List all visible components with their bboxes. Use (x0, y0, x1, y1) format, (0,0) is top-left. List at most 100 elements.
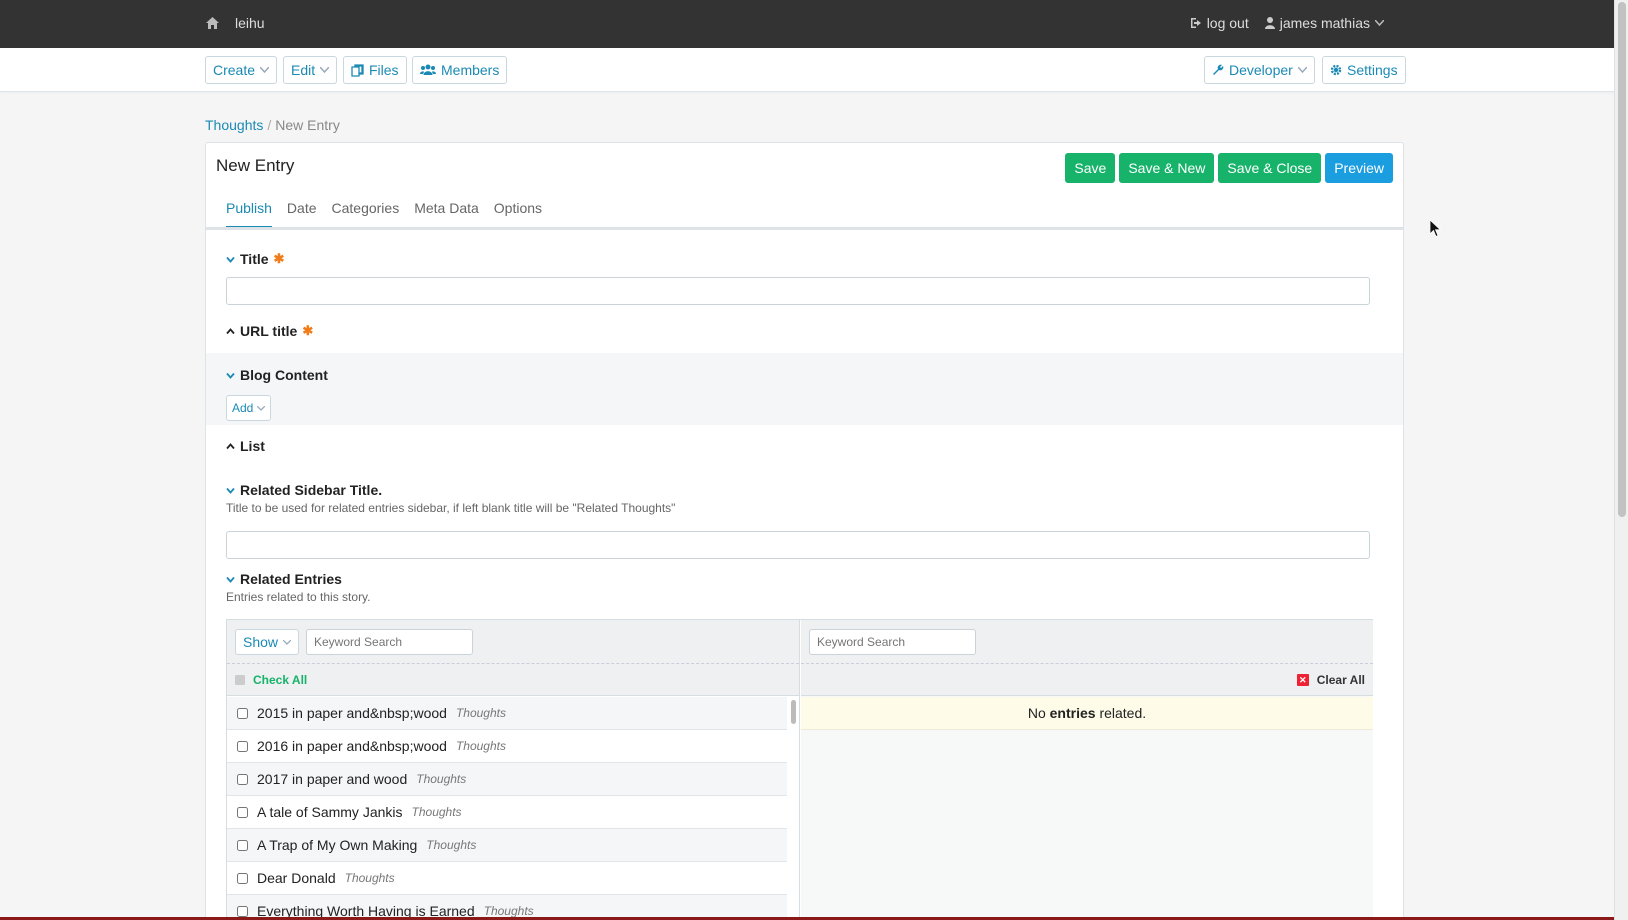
show-filter-button[interactable]: Show (235, 629, 300, 655)
list-field-label[interactable]: List (226, 438, 265, 454)
entry-checkbox[interactable] (237, 872, 248, 884)
entry-channel: Thoughts (455, 706, 506, 720)
chevron-down-icon (226, 256, 235, 263)
edit-button[interactable]: Edit (283, 56, 338, 84)
title-label-text: Title (240, 251, 269, 267)
developer-button[interactable]: Developer (1204, 56, 1315, 84)
preview-button[interactable]: Preview (1325, 153, 1393, 183)
entry-checkbox[interactable] (237, 839, 248, 851)
chevron-down-icon (1375, 20, 1384, 26)
no-entries-message: No entries related. (801, 697, 1373, 730)
entry-checkbox[interactable] (237, 740, 248, 752)
entry-channel: Thoughts (426, 838, 477, 852)
files-button[interactable]: Files (343, 56, 407, 84)
settings-label: Settings (1347, 62, 1398, 78)
entry-checkbox[interactable] (237, 806, 248, 818)
site-name[interactable]: leihu (235, 15, 265, 31)
mouse-cursor-icon (1430, 220, 1442, 238)
list-label-text: List (240, 438, 265, 454)
blog-content-field-label[interactable]: Blog Content (226, 367, 328, 383)
related-entries-label-text: Related Entries (240, 571, 342, 587)
save-and-close-button[interactable]: Save & Close (1218, 153, 1322, 183)
sidebar-title-input[interactable] (226, 531, 1370, 559)
entry-channel: Thoughts (455, 739, 506, 753)
list-item[interactable]: A Trap of My Own Making Thoughts (227, 829, 787, 862)
tab-publish[interactable]: Publish (226, 193, 272, 229)
wrench-icon (1213, 64, 1224, 75)
logout-link[interactable]: log out (1190, 15, 1249, 31)
chevron-down-icon (226, 576, 235, 583)
edit-label: Edit (291, 62, 316, 78)
entry-checkbox[interactable] (237, 707, 248, 719)
entry-title: A Trap of My Own Making (257, 837, 418, 853)
check-all-bar: Check All (227, 664, 799, 696)
entry-title: Dear Donald (257, 870, 336, 886)
list-item[interactable]: 2017 in paper and wood Thoughts (227, 763, 787, 796)
entry-title: 2017 in paper and wood (257, 771, 408, 787)
members-button[interactable]: Members (412, 56, 508, 84)
relationship-field: Show Check All 2015 in paper and&nbsp;wo… (226, 619, 1373, 920)
chevron-down-icon (226, 487, 235, 494)
breadcrumb-parent[interactable]: Thoughts (205, 117, 263, 133)
list-item[interactable]: A tale of Sammy Jankis Thoughts (227, 796, 787, 829)
site-home[interactable]: leihu (206, 15, 265, 31)
show-label: Show (243, 634, 279, 650)
blog-content-label-text: Blog Content (240, 367, 328, 383)
chevron-down-icon (320, 67, 330, 73)
create-button[interactable]: Create (205, 56, 278, 84)
tab-meta-data[interactable]: Meta Data (414, 193, 479, 229)
available-entries-column: Show Check All 2015 in paper and&nbsp;wo… (227, 620, 800, 920)
list-item[interactable]: 2015 in paper and&nbsp;wood Thoughts (227, 697, 787, 730)
add-block-button[interactable]: Add (226, 395, 272, 421)
available-keyword-search[interactable] (306, 629, 473, 655)
tab-options[interactable]: Options (494, 193, 542, 229)
close-icon: ✕ (1296, 674, 1309, 686)
chevron-up-icon (226, 442, 235, 449)
members-icon (420, 64, 436, 75)
entry-checkbox[interactable] (237, 773, 248, 785)
title-input[interactable] (226, 277, 1370, 305)
entry-form-panel: New Entry Save Save & New Save & Close P… (205, 142, 1404, 920)
chevron-down-icon (283, 639, 292, 645)
sidebar-title-label-text: Related Sidebar Title. (240, 482, 383, 498)
list-item[interactable]: Dear Donald Thoughts (227, 862, 787, 895)
save-and-new-button[interactable]: Save & New (1119, 153, 1215, 183)
chevron-down-icon (1297, 67, 1307, 73)
tab-date[interactable]: Date (287, 193, 317, 229)
required-icon: ✱ (302, 323, 314, 338)
related-entries-description: Entries related to this story. (226, 590, 371, 604)
available-entries-list: 2015 in paper and&nbsp;wood Thoughts 2016… (227, 697, 787, 920)
no-entries-prefix: No (1027, 705, 1050, 721)
gear-icon (1330, 64, 1342, 76)
checkbox-icon (235, 675, 245, 685)
developer-label: Developer (1229, 62, 1293, 78)
url-title-field-label[interactable]: URL title ✱ (226, 323, 313, 339)
logout-label: log out (1206, 15, 1249, 31)
page-title: New Entry (216, 156, 295, 175)
sidebar-title-description: Title to be used for related entries sid… (226, 501, 676, 515)
save-button[interactable]: Save (1065, 153, 1116, 183)
page-scrollbar[interactable] (1614, 0, 1628, 920)
chevron-up-icon (226, 327, 235, 334)
entry-title: 2016 in paper and&nbsp;wood (257, 738, 447, 754)
list-item[interactable]: 2016 in paper and&nbsp;wood Thoughts (227, 730, 787, 763)
related-entries-field-label[interactable]: Related Entries (226, 571, 342, 587)
sidebar-title-field-label[interactable]: Related Sidebar Title. (226, 482, 382, 498)
no-entries-bold: entries (1049, 705, 1096, 721)
related-entries-column: ✕ Clear All No entries related. (801, 620, 1373, 920)
main-toolbar: Create Edit Files Members Developer Sett… (0, 48, 1614, 92)
tab-categories[interactable]: Categories (332, 193, 400, 229)
entry-checkbox[interactable] (237, 905, 248, 917)
check-all-button[interactable]: Check All (235, 673, 307, 687)
user-menu[interactable]: james mathias (1264, 15, 1384, 31)
entry-title: 2015 in paper and&nbsp;wood (257, 705, 447, 721)
related-keyword-search[interactable] (809, 629, 976, 655)
title-field-label[interactable]: Title ✱ (226, 251, 284, 267)
page-scrollbar-thumb[interactable] (1618, 2, 1626, 517)
form-actions: Save Save & New Save & Close Preview (1065, 153, 1393, 183)
clear-all-button[interactable]: ✕ Clear All (1296, 673, 1365, 687)
list-scrollbar[interactable] (791, 700, 796, 724)
required-icon: ✱ (273, 251, 285, 266)
files-label: Files (369, 62, 399, 78)
settings-button[interactable]: Settings (1322, 56, 1406, 84)
